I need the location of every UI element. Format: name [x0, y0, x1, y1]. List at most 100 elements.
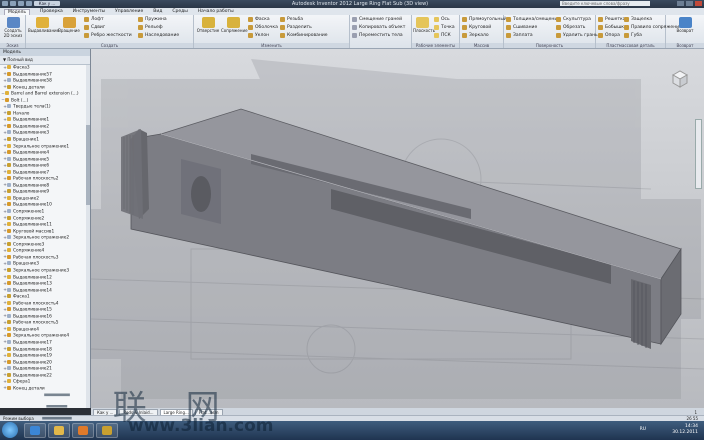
- plane-button[interactable]: Плоскость: [413, 16, 435, 42]
- copy-object-button[interactable]: Копировать объект: [352, 24, 405, 31]
- trim-button[interactable]: Обрезать: [556, 24, 598, 31]
- tree-node-label: Выдавливание3: [13, 130, 50, 136]
- point-button[interactable]: Точка: [434, 24, 455, 31]
- extrude-button[interactable]: Выдавливание: [28, 16, 59, 42]
- circ-pattern-button[interactable]: Круговой: [462, 24, 507, 31]
- tree-node-label: Выдавливание17: [13, 340, 52, 346]
- mirror-button[interactable]: Зеркало: [462, 32, 507, 39]
- thicken-icon: [506, 17, 511, 22]
- tab-get-started[interactable]: Начало работы: [198, 9, 234, 14]
- feature-icon: [7, 281, 11, 286]
- open-icon[interactable]: [18, 1, 24, 6]
- tab-inspect[interactable]: Проверка: [40, 9, 63, 14]
- feature-icon: [7, 215, 11, 220]
- boss-button[interactable]: Бобышка: [598, 24, 627, 31]
- move-bodies-button[interactable]: Переместить тела: [352, 32, 405, 39]
- tree-node-label: Выдавливание5: [13, 157, 50, 163]
- axis-button[interactable]: Ось: [434, 16, 455, 23]
- view-select[interactable]: Полный вид: [7, 57, 32, 62]
- graphics-viewport[interactable]: [91, 49, 704, 408]
- ucs-icon: [434, 33, 439, 38]
- hole-icon: [201, 17, 215, 28]
- help-search-input[interactable]: Введите ключевые слова/фразу: [560, 1, 650, 6]
- sculpt-button[interactable]: Скульптура: [556, 16, 598, 23]
- sweep-icon: [84, 25, 89, 30]
- browser-scrollbar[interactable]: [86, 65, 90, 408]
- sketch-icon: [6, 17, 20, 28]
- patch-button[interactable]: Заплата: [506, 32, 560, 39]
- maximize-button[interactable]: [686, 1, 693, 6]
- model-render: [91, 59, 704, 399]
- scroll-thumb[interactable]: [86, 125, 90, 205]
- taskbar-ie[interactable]: [24, 423, 46, 438]
- fillet-button[interactable]: Сопряжение: [221, 16, 248, 42]
- tab-view[interactable]: Вид: [153, 9, 162, 14]
- new-icon[interactable]: [10, 1, 16, 6]
- tree-node-label: Зеркальное отражение1: [13, 144, 70, 150]
- return-button[interactable]: Возврат: [668, 16, 702, 42]
- tab-tools[interactable]: Инструменты: [73, 9, 105, 14]
- hole-button[interactable]: Отверстие: [196, 16, 220, 42]
- tree-node-label: Начало: [13, 111, 30, 117]
- tree-node-label: Выдавливание12: [13, 275, 52, 280]
- thicken-button[interactable]: Толщина/смещение: [506, 16, 560, 23]
- taskbar-inventor[interactable]: [96, 423, 118, 438]
- stitch-button[interactable]: Сшивание: [506, 24, 560, 31]
- delete-face-icon: [556, 33, 561, 38]
- start-button[interactable]: [2, 422, 18, 438]
- rect-pattern-button[interactable]: Прямоугольный: [462, 16, 507, 23]
- clock[interactable]: 14:34 30.12.2011: [672, 424, 698, 436]
- tree-node-label: Круговой массив1: [13, 229, 55, 235]
- tree-node-label: Выдавливание15: [13, 307, 52, 313]
- ie-icon: [30, 426, 40, 435]
- tab-model[interactable]: Модель: [4, 8, 31, 15]
- chamfer-button[interactable]: Фаска: [248, 16, 278, 23]
- app-menu-icon[interactable]: [2, 1, 8, 6]
- feature-icon: [7, 287, 11, 292]
- thread-button[interactable]: Резьба: [280, 16, 328, 23]
- tree-node[interactable]: + Конец детали: [0, 385, 86, 393]
- title-bar: Как у ... Autodesk Inventor 2012 Large R…: [0, 0, 704, 8]
- navigation-bar[interactable]: [695, 119, 702, 189]
- ucs-button[interactable]: ПСК: [434, 32, 455, 39]
- feature-icon: [7, 261, 11, 266]
- rib-button[interactable]: Ребро жесткости: [84, 32, 132, 39]
- shell-button[interactable]: Оболочка: [248, 24, 278, 31]
- derive-button[interactable]: Наследование: [138, 32, 179, 39]
- grill-button[interactable]: Решетка: [598, 16, 627, 23]
- language-indicator[interactable]: RU: [640, 427, 646, 432]
- delete-face-button[interactable]: Удалить грань: [556, 32, 598, 39]
- copy-object-icon: [352, 25, 357, 30]
- sweep-button[interactable]: Сдвиг: [84, 24, 132, 31]
- taskbar-media[interactable]: [72, 423, 94, 438]
- revolve-button[interactable]: Вращение: [57, 16, 81, 42]
- grill-icon: [598, 17, 603, 22]
- document-selector[interactable]: Как у ...: [34, 1, 60, 6]
- close-button[interactable]: [695, 1, 702, 6]
- browser-header[interactable]: Модель: [0, 49, 90, 56]
- draft-button[interactable]: Уклон: [248, 32, 278, 39]
- combine-button[interactable]: Комбинирование: [280, 32, 328, 39]
- create-sketch-button[interactable]: Создать 2D эскиз: [2, 16, 24, 42]
- viewcube-icon: [671, 70, 689, 88]
- replace-face-button[interactable]: Смещение граней: [352, 16, 405, 23]
- coil-button[interactable]: Пружина: [138, 16, 179, 23]
- model-browser: Модель ▼ Полный вид + Фаска3 + Выдавливание…: [0, 49, 91, 408]
- viewcube[interactable]: [670, 69, 690, 89]
- feature-icon: [7, 202, 11, 207]
- emboss-button[interactable]: Рельеф: [138, 24, 179, 31]
- feature-icon: [7, 385, 11, 390]
- split-button[interactable]: Разделить: [280, 24, 328, 31]
- feature-icon: [7, 156, 11, 161]
- tab-environments[interactable]: Среды: [172, 9, 187, 14]
- tree-node-label: Зеркальное отражение2: [13, 235, 70, 241]
- tab-manage[interactable]: Управление: [115, 9, 143, 14]
- feature-icon: [7, 169, 11, 174]
- rest-button[interactable]: Опора: [598, 32, 627, 39]
- sculpt-icon: [556, 17, 561, 22]
- save-icon[interactable]: [26, 1, 32, 6]
- loft-button[interactable]: Лофт: [84, 16, 132, 23]
- feature-icon: [7, 150, 11, 155]
- taskbar-explorer[interactable]: [48, 423, 70, 438]
- minimize-button[interactable]: [677, 1, 684, 6]
